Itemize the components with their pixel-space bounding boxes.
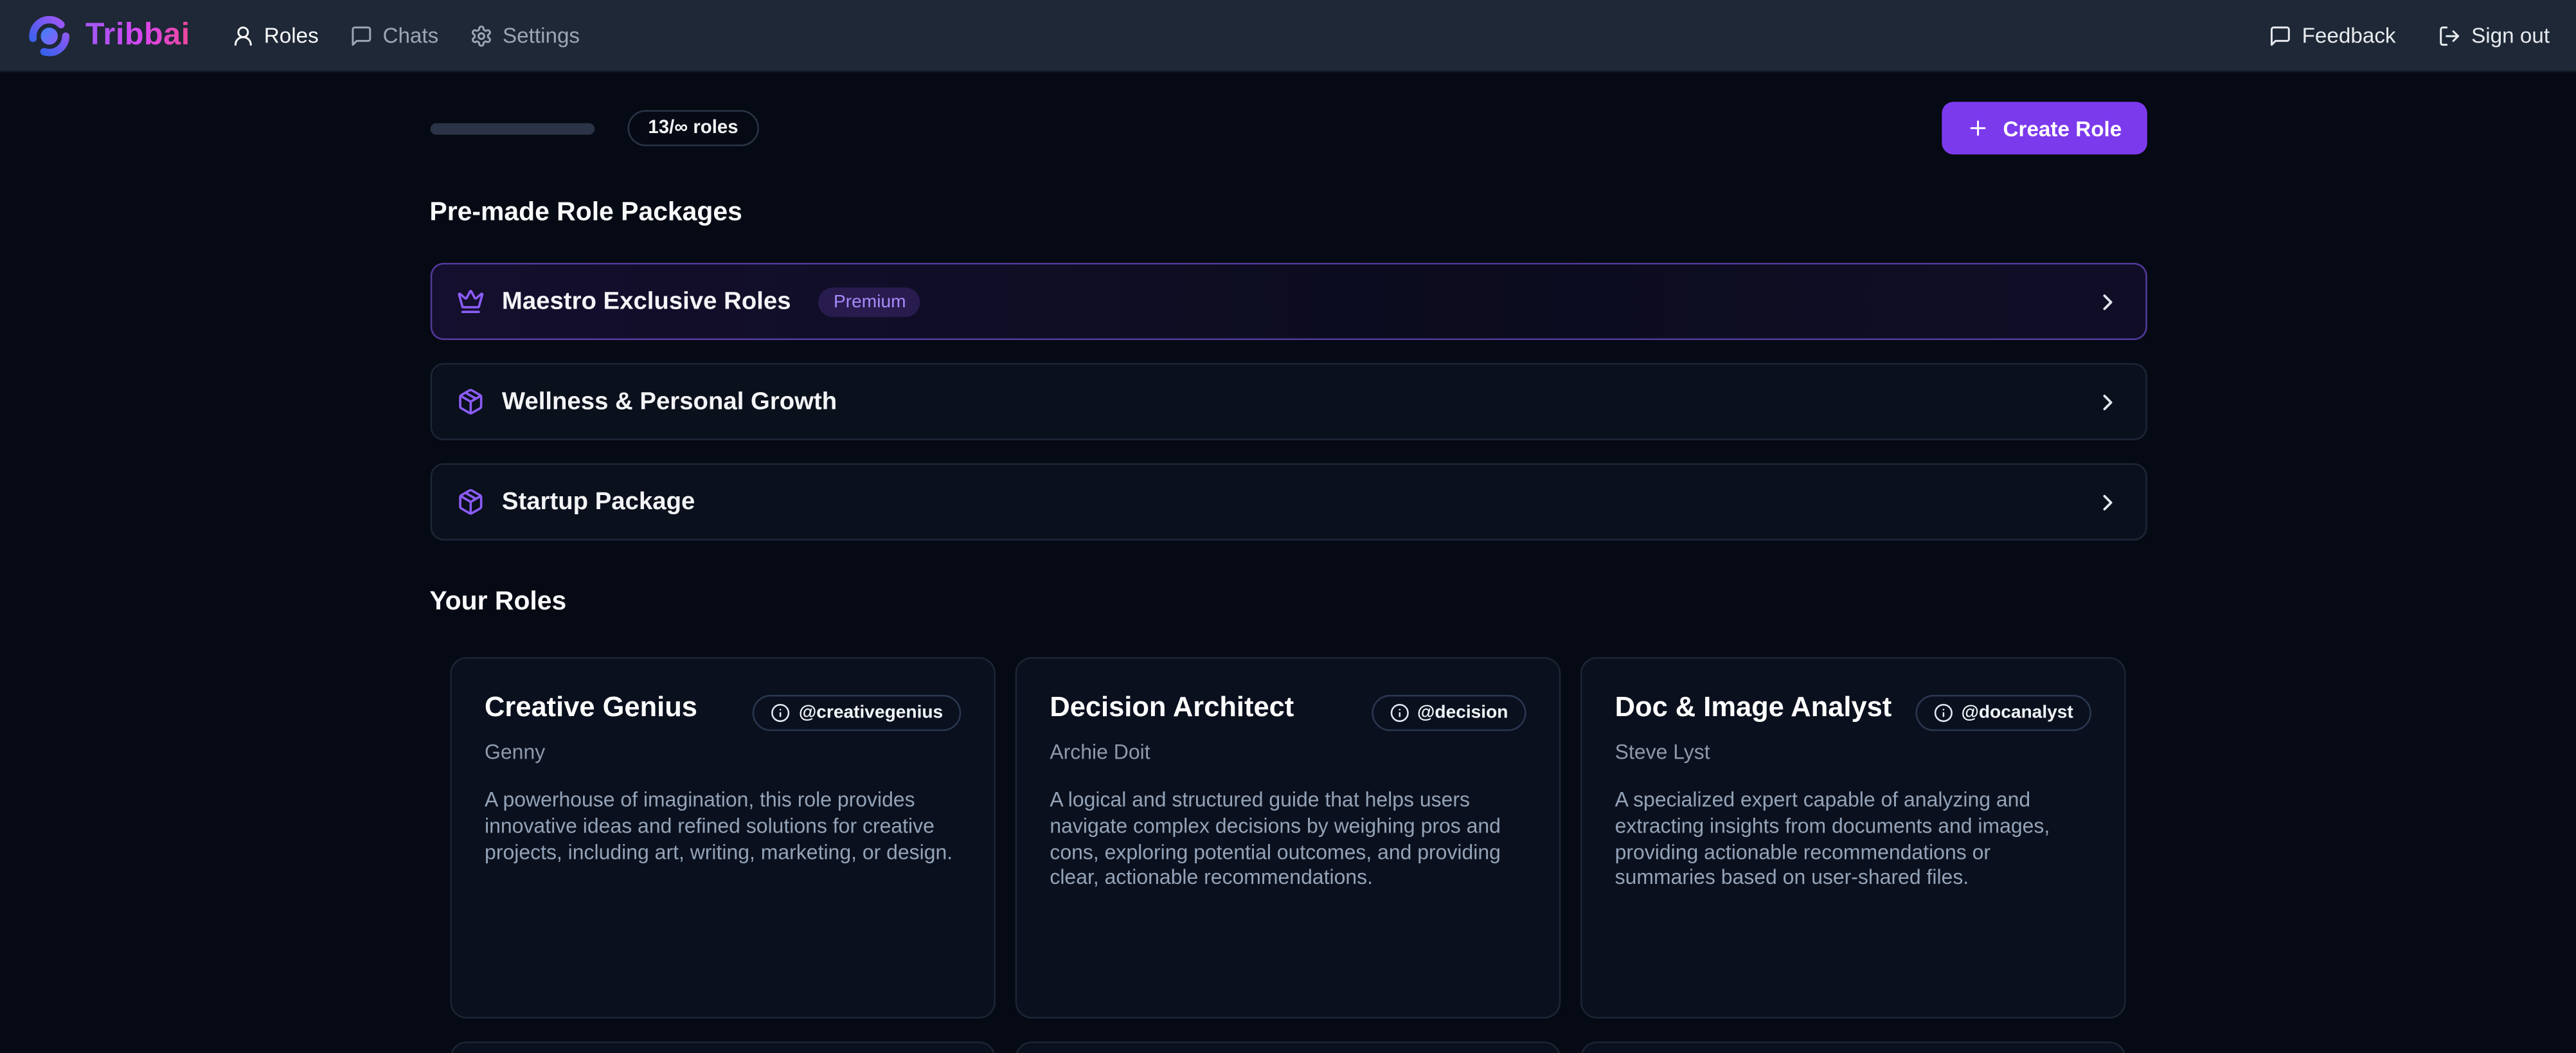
role-subtitle: Genny bbox=[485, 741, 961, 764]
package-row-wellness[interactable]: Wellness & Personal Growth bbox=[429, 363, 2146, 440]
role-handle-badge[interactable]: @creativegenius bbox=[753, 695, 961, 731]
nav-item-label: Settings bbox=[503, 23, 580, 48]
role-card-partial[interactable] bbox=[1580, 1041, 2126, 1053]
nav-item-label: Chats bbox=[382, 23, 438, 48]
sign-out-button[interactable]: Sign out bbox=[2438, 23, 2550, 48]
package-icon bbox=[456, 388, 483, 415]
package-row-startup[interactable]: Startup Package bbox=[429, 464, 2146, 541]
log-out-icon bbox=[2438, 24, 2462, 47]
plus-icon bbox=[1967, 116, 1990, 140]
role-title: Creative Genius bbox=[485, 692, 697, 724]
sign-out-label: Sign out bbox=[2471, 23, 2550, 48]
role-handle: @decision bbox=[1417, 703, 1508, 723]
role-subtitle: Steve Lyst bbox=[1615, 741, 2091, 764]
package-icon bbox=[456, 488, 483, 516]
card-header: Creative Genius @creativegenius bbox=[485, 692, 961, 731]
chat-bubble-icon bbox=[350, 24, 373, 47]
chevron-right-icon bbox=[2094, 388, 2120, 415]
role-card-creative-genius[interactable]: Creative Genius @creativegenius Genny A … bbox=[450, 657, 996, 1018]
premium-badge: Premium bbox=[819, 287, 921, 316]
roles-usage-progress-bar bbox=[429, 122, 594, 134]
role-handle-badge[interactable]: @docanalyst bbox=[1915, 695, 2091, 731]
role-cards-grid: Creative Genius @creativegenius Genny A … bbox=[450, 657, 2125, 1053]
your-roles-section-title: Your Roles bbox=[429, 588, 2146, 618]
create-role-button[interactable]: Create Role bbox=[1942, 102, 2147, 154]
feedback-bubble-icon bbox=[2269, 24, 2292, 47]
nav-item-settings[interactable]: Settings bbox=[470, 23, 580, 48]
role-title: Doc & Image Analyst bbox=[1615, 692, 1892, 724]
nav-item-chats[interactable]: Chats bbox=[350, 23, 438, 48]
roles-count-badge: 13/∞ roles bbox=[627, 110, 760, 146]
nav-right: Feedback Sign out bbox=[2269, 23, 2550, 48]
top-navigation: Tribbai Roles Chats Settings bbox=[0, 0, 2576, 72]
role-handle-badge[interactable]: @decision bbox=[1371, 695, 1526, 731]
main-content: 13/∞ roles Create Role Pre-made Role Pac… bbox=[429, 102, 2146, 617]
card-header: Doc & Image Analyst @docanalyst bbox=[1615, 692, 2091, 731]
tribbai-logo-icon bbox=[26, 12, 73, 59]
create-role-label: Create Role bbox=[2003, 116, 2122, 140]
package-title: Startup Package bbox=[502, 488, 695, 516]
brand[interactable]: Tribbai bbox=[26, 12, 190, 59]
feedback-button[interactable]: Feedback bbox=[2269, 23, 2395, 48]
role-card-partial[interactable] bbox=[1015, 1041, 1561, 1053]
role-description: A logical and structured guide that help… bbox=[1050, 789, 1526, 892]
role-description: A specialized expert capable of analyzin… bbox=[1615, 789, 2091, 892]
nav-links: Roles Chats Settings bbox=[231, 23, 580, 48]
role-handle: @docanalyst bbox=[1961, 703, 2073, 723]
nav-item-roles[interactable]: Roles bbox=[231, 23, 319, 48]
user-icon bbox=[231, 24, 255, 47]
crown-icon bbox=[456, 287, 483, 315]
chevron-right-icon bbox=[2094, 489, 2120, 515]
role-subtitle: Archie Doit bbox=[1050, 741, 1526, 764]
role-card-partial[interactable] bbox=[450, 1041, 996, 1053]
info-icon bbox=[1933, 703, 1953, 723]
info-icon bbox=[771, 703, 791, 723]
role-handle: @creativegenius bbox=[799, 703, 943, 723]
package-title: Maestro Exclusive Roles bbox=[502, 287, 791, 315]
package-title: Wellness & Personal Growth bbox=[502, 388, 837, 415]
app-root: Tribbai Roles Chats Settings bbox=[0, 0, 2576, 1053]
chevron-right-icon bbox=[2094, 288, 2120, 314]
gear-icon bbox=[470, 24, 493, 47]
brand-name: Tribbai bbox=[85, 17, 190, 53]
role-description: A powerhouse of imagination, this role p… bbox=[485, 789, 961, 867]
info-icon bbox=[1390, 703, 1409, 723]
feedback-label: Feedback bbox=[2302, 23, 2396, 48]
packages-section-title: Pre-made Role Packages bbox=[429, 199, 2146, 228]
card-header: Decision Architect @decision bbox=[1050, 692, 1526, 731]
roles-usage: 13/∞ roles bbox=[429, 110, 759, 146]
role-card-doc-image-analyst[interactable]: Doc & Image Analyst @docanalyst Steve Ly… bbox=[1580, 657, 2126, 1018]
role-title: Decision Architect bbox=[1050, 692, 1294, 724]
nav-item-label: Roles bbox=[264, 23, 319, 48]
role-card-decision-architect[interactable]: Decision Architect @decision Archie Doit… bbox=[1015, 657, 1561, 1018]
package-row-maestro[interactable]: Maestro Exclusive Roles Premium bbox=[429, 263, 2146, 340]
roles-toolbar: 13/∞ roles Create Role bbox=[429, 102, 2146, 154]
